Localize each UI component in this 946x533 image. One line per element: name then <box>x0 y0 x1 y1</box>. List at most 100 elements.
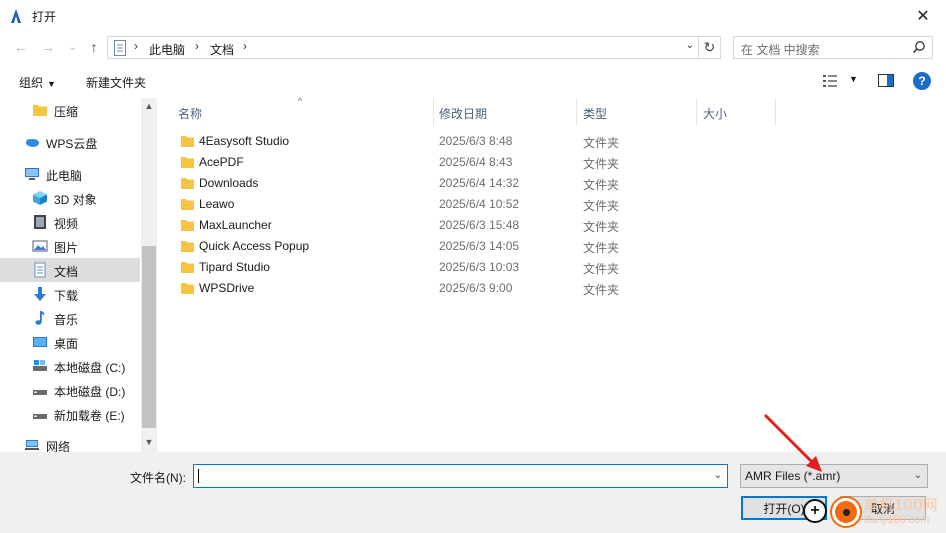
sidebar-item-compressed[interactable]: 压缩 <box>0 98 140 122</box>
file-name: AcePDF <box>199 155 244 169</box>
sidebar-item-network[interactable]: 网络 <box>0 433 140 452</box>
music-icon <box>35 311 45 325</box>
column-header-size[interactable]: 大小 <box>703 98 727 126</box>
sidebar-scrollbar[interactable]: ▲ ▼ <box>141 98 157 452</box>
column-divider[interactable] <box>696 98 697 126</box>
file-row[interactable]: Downloads 2025/6/4 14:32 文件夹 <box>175 173 775 194</box>
sidebar-item-videos[interactable]: 视频 <box>0 210 140 234</box>
file-row[interactable]: AcePDF 2025/6/4 8:43 文件夹 <box>175 152 775 173</box>
sidebar-item-drive-c[interactable]: 本地磁盘 (C:) <box>0 354 140 378</box>
file-type: 文件夹 <box>583 136 620 150</box>
file-row[interactable]: MaxLauncher 2025/6/3 15:48 文件夹 <box>175 215 775 236</box>
sidebar-item-3d-objects[interactable]: 3D 对象 <box>0 186 140 210</box>
video-icon <box>34 215 46 229</box>
organize-menu[interactable]: 组织 ▼ <box>19 74 56 91</box>
file-type: 文件夹 <box>583 157 620 171</box>
chevron-down-icon: ⌄ <box>68 41 78 53</box>
computer-icon <box>25 168 39 180</box>
file-row[interactable]: Tipard Studio 2025/6/3 10:03 文件夹 <box>175 257 775 278</box>
breadcrumb-separator: › <box>243 39 247 53</box>
file-name: Quick Access Popup <box>199 239 310 253</box>
new-folder-button[interactable]: 新建文件夹 <box>86 74 146 91</box>
column-header-name[interactable]: 名称 <box>178 98 202 126</box>
search-input[interactable]: 在 文档 中搜索 <box>733 36 933 59</box>
scroll-up-icon[interactable]: ▲ <box>143 101 155 113</box>
file-date: 2025/6/3 9:00 <box>439 281 513 295</box>
refresh-button[interactable]: ↻ <box>699 36 721 59</box>
folder-icon <box>33 105 47 116</box>
file-date: 2025/6/3 14:05 <box>439 239 520 253</box>
sidebar-item-this-pc[interactable]: 此电脑 <box>0 162 140 186</box>
sidebar-item-wps-cloud[interactable]: WPS云盘 <box>0 130 140 154</box>
cloud-icon <box>26 139 39 147</box>
file-date: 2025/6/3 15:48 <box>439 218 520 232</box>
file-row[interactable]: WPSDrive 2025/6/3 9:00 文件夹 <box>175 278 775 299</box>
file-row[interactable]: Quick Access Popup 2025/6/3 14:05 文件夹 <box>175 236 775 257</box>
up-arrow-icon: ↑ <box>90 39 98 55</box>
folder-icon <box>181 262 194 273</box>
file-type: 文件夹 <box>583 220 620 234</box>
column-divider[interactable] <box>576 98 577 126</box>
scroll-thumb[interactable] <box>142 246 156 428</box>
sidebar-item-drive-d[interactable]: 本地磁盘 (D:) <box>0 378 140 402</box>
column-divider[interactable] <box>433 98 434 126</box>
sidebar-item-music[interactable]: 音乐 <box>0 306 140 330</box>
scroll-down-icon[interactable]: ▼ <box>143 437 155 449</box>
preview-pane-icon[interactable] <box>878 74 894 87</box>
chevron-down-icon[interactable]: ⌄ <box>714 470 722 481</box>
close-button[interactable]: ✕ <box>900 0 946 32</box>
search-placeholder: 在 文档 中搜索 <box>741 43 820 57</box>
recent-locations-button[interactable]: ⌄ <box>63 37 83 57</box>
folder-icon <box>181 199 194 210</box>
address-bar[interactable]: › 此电脑 › 文档 › ⌄ <box>107 36 699 59</box>
breadcrumb-documents[interactable]: 文档 <box>210 41 234 58</box>
annotation-arrow-icon <box>763 413 822 472</box>
column-divider[interactable] <box>775 98 776 126</box>
sidebar-item-drive-e[interactable]: 新加载卷 (E:) <box>0 402 140 426</box>
watermark-site-url: danji100.com <box>864 514 930 526</box>
watermark-site-name: 单机100网 <box>864 496 938 514</box>
file-name: Downloads <box>199 176 259 190</box>
file-row[interactable]: 4Easysoft Studio 2025/6/3 8:48 文件夹 <box>175 131 775 152</box>
sidebar-item-desktop[interactable]: 桌面 <box>0 330 140 354</box>
refresh-icon: ↻ <box>703 39 716 55</box>
file-date: 2025/6/4 10:52 <box>439 197 520 211</box>
file-name: Leawo <box>199 197 235 211</box>
chevron-down-icon[interactable]: ⌄ <box>686 40 694 51</box>
caret-down-icon[interactable]: ▼ <box>849 74 858 84</box>
file-name: WPSDrive <box>199 281 255 295</box>
help-icon[interactable]: ? <box>913 72 931 90</box>
caret-down-icon: ▼ <box>47 79 56 89</box>
sidebar-item-documents[interactable]: 文档 <box>0 258 140 282</box>
file-type: 文件夹 <box>583 199 620 213</box>
folder-icon <box>181 220 194 231</box>
up-button[interactable]: ↑ <box>84 37 104 57</box>
filename-input[interactable]: ⌄ <box>193 464 728 488</box>
file-type: 文件夹 <box>583 241 620 255</box>
breadcrumb-separator: › <box>195 39 199 53</box>
command-bar: 组织 ▼ 新建文件夹 ▼ ? <box>0 65 946 98</box>
file-date: 2025/6/4 8:43 <box>439 155 513 169</box>
column-header-type[interactable]: 类型 <box>583 98 607 126</box>
chevron-down-icon: ⌄ <box>913 470 922 481</box>
navigation-bar: ← → ⌄ ↑ › 此电脑 › 文档 › ⌄ ↻ 在 文档 中搜索 <box>0 32 946 62</box>
sidebar-item-downloads[interactable]: 下载 <box>0 282 140 306</box>
download-icon <box>34 287 46 301</box>
title-bar: 打开 ✕ <box>0 0 946 32</box>
forward-button[interactable]: → <box>38 37 58 57</box>
sort-ascending-icon: ^ <box>298 96 303 106</box>
view-options-icon[interactable] <box>822 73 838 89</box>
search-icon <box>912 41 925 54</box>
back-button[interactable]: ← <box>11 37 31 57</box>
file-type: 文件夹 <box>583 262 620 276</box>
drive-icon <box>33 390 47 395</box>
column-header-date[interactable]: 修改日期 <box>439 98 487 126</box>
breadcrumb-this-pc[interactable]: 此电脑 <box>149 41 185 58</box>
file-date: 2025/6/3 8:48 <box>439 134 513 148</box>
file-row[interactable]: Leawo 2025/6/4 10:52 文件夹 <box>175 194 775 215</box>
close-icon: ✕ <box>916 8 930 25</box>
document-icon <box>114 40 126 56</box>
document-icon <box>34 262 46 278</box>
sidebar-item-pictures[interactable]: 图片 <box>0 234 140 258</box>
forward-arrow-icon: → <box>41 39 55 55</box>
